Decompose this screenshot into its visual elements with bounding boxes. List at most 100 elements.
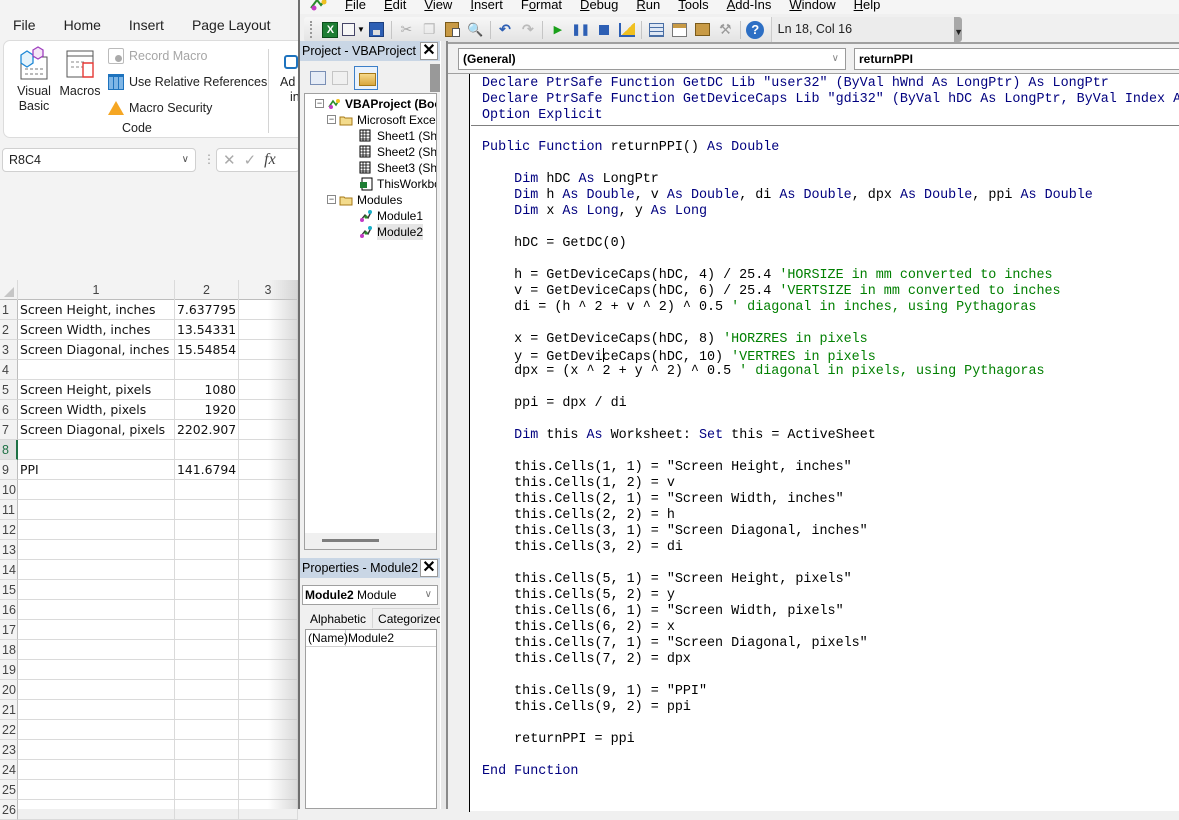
cell-empty[interactable] [239,340,298,360]
code-line[interactable]: this.Cells(6, 1) = "Screen Width, pixels… [482,604,1179,620]
row-header[interactable]: 4 [0,360,18,380]
panel-splitter[interactable] [440,41,448,809]
column-header-1[interactable]: 1 [18,280,175,300]
view-code-icon[interactable] [310,71,326,85]
row-header[interactable]: 6 [0,400,18,420]
menu-insert[interactable]: Insert [461,0,512,12]
cell-label[interactable] [18,620,175,640]
cell-label[interactable] [18,520,175,540]
cell-label[interactable] [18,580,175,600]
code-line[interactable]: di = (h ^ 2 + v ^ 2) ^ 0.5 ' diagonal in… [482,300,1179,316]
row-header[interactable]: 19 [0,660,18,680]
menu-tools[interactable]: Tools [669,0,717,12]
row-header[interactable]: 18 [0,640,18,660]
tree-item[interactable]: VBAProject (Book [327,96,436,112]
cell-label[interactable] [18,600,175,620]
cell-value[interactable] [175,700,239,720]
formula-bar-grip[interactable]: ⋮ [203,152,215,166]
view-object-icon[interactable] [332,71,348,85]
cell-value[interactable]: 141.6794 [175,460,239,480]
code-line[interactable]: Dim h As Double, v As Double, di As Doub… [482,188,1179,204]
code-line[interactable]: Dim hDC As LongPtr [482,172,1179,188]
cell-label[interactable] [18,540,175,560]
code-line[interactable] [482,748,1179,764]
code-line[interactable]: Dim this As Worksheet: Set this = Active… [482,428,1179,444]
tree-item[interactable]: Module2 [359,224,424,240]
row-header[interactable]: 25 [0,780,18,800]
code-line[interactable]: hDC = GetDC(0) [482,236,1179,252]
code-line[interactable]: End Function [482,764,1179,780]
cell-empty[interactable] [239,760,298,780]
cell-empty[interactable] [239,320,298,340]
name-box[interactable]: R8C4 ∨ [2,148,196,172]
ribbon-tab-file[interactable]: File [0,14,50,36]
cell-label[interactable]: Screen Height, inches [18,300,175,320]
cell-label[interactable] [18,500,175,520]
row-header[interactable]: 8 [0,440,18,460]
view-excel-icon[interactable]: X [319,19,342,41]
macro-security-button[interactable]: Macro Security [108,98,212,118]
column-header-3[interactable]: 3 [239,280,298,300]
properties-window-icon[interactable] [668,19,691,41]
toggle-folders-icon[interactable] [354,66,378,90]
ribbon-tab-insert[interactable]: Insert [115,14,178,36]
toolbar-options-button[interactable]: ▼ [954,17,963,42]
cell-value[interactable] [175,740,239,760]
select-all-button[interactable] [0,280,18,300]
cell-empty[interactable] [239,600,298,620]
code-line[interactable]: x = GetDeviceCaps(hDC, 8) 'HORZRES in pi… [482,332,1179,348]
cell-label[interactable] [18,560,175,580]
cell-label[interactable] [18,700,175,720]
insert-module-icon[interactable]: ▼ [341,19,365,41]
code-line[interactable] [482,156,1179,172]
cell-label[interactable] [18,720,175,740]
break-icon[interactable]: ❚❚ [569,19,592,41]
cell-label[interactable] [18,740,175,760]
cell-value[interactable]: 1920 [175,400,239,420]
code-line[interactable]: Option Explicit [482,108,1179,124]
help-icon[interactable]: ? [744,19,767,41]
code-line[interactable]: dpx = (x ^ 2 + y ^ 2) ^ 0.5 ' diagonal i… [482,364,1179,380]
property-value[interactable]: Module2 [346,630,394,646]
row-header[interactable]: 21 [0,700,18,720]
cell-label[interactable] [18,780,175,800]
code-editor[interactable]: Declare PtrSafe Function GetDC Lib "user… [448,73,1179,812]
code-line[interactable]: v = GetDeviceCaps(hDC, 6) / 25.4 'VERTSI… [482,284,1179,300]
code-line[interactable] [482,220,1179,236]
tree-item[interactable]: Sheet3 (She [359,160,436,176]
code-line[interactable]: this.Cells(7, 2) = dpx [482,652,1179,668]
row-header[interactable]: 26 [0,800,18,820]
code-line[interactable] [482,316,1179,332]
cell-label[interactable] [18,800,175,820]
row-header[interactable]: 10 [0,480,18,500]
macros-button[interactable]: Macros [58,45,102,99]
toolbar-overflow-button[interactable] [430,64,440,92]
cell-empty[interactable] [239,400,298,420]
tab-alphabetic[interactable]: Alphabetic [304,608,373,628]
tree-item[interactable]: Modules [339,192,402,208]
code-line[interactable]: this.Cells(1, 2) = v [482,476,1179,492]
cell-value[interactable] [175,600,239,620]
code-line[interactable] [482,380,1179,396]
cell-value[interactable]: 7.637795 [175,300,239,320]
row-header[interactable]: 7 [0,420,18,440]
code-line[interactable]: this.Cells(7, 1) = "Screen Diagonal, pix… [482,636,1179,652]
code-line[interactable]: this.Cells(9, 1) = "PPI" [482,684,1179,700]
cell-value[interactable] [175,720,239,740]
cell-value[interactable] [175,640,239,660]
procedure-combo[interactable]: returnPPI [854,48,1179,70]
cell-label[interactable] [18,480,175,500]
tree-item[interactable]: Module1 [359,208,423,224]
cell-empty[interactable] [239,620,298,640]
close-icon[interactable]: ✕ [420,42,438,60]
copy-icon[interactable]: ❐ [418,19,441,41]
code-line[interactable]: this.Cells(2, 1) = "Screen Width, inches… [482,492,1179,508]
row-header[interactable]: 12 [0,520,18,540]
tree-item[interactable]: ThisWorkbo [359,176,436,192]
cell-empty[interactable] [239,700,298,720]
cell-value[interactable] [175,360,239,380]
cut-icon[interactable]: ✂ [395,19,418,41]
code-line[interactable]: h = GetDeviceCaps(hDC, 4) / 25.4 'HORSIZ… [482,268,1179,284]
visual-basic-button[interactable]: Visual Basic [12,45,56,114]
cell-value[interactable] [175,560,239,580]
